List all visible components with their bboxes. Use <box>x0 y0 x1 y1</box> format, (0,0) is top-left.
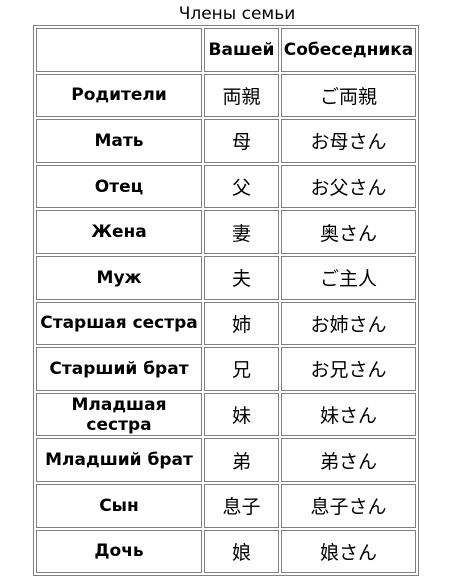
table-row: Дочь 娘 娘さん <box>36 529 416 574</box>
others-term-cell: 奥さん <box>281 210 416 254</box>
own-term-cell: 母 <box>204 119 279 163</box>
table-row: Старшая сестра 姉 お姉さん <box>36 301 416 346</box>
table-row: Старший брат 兄 お兄さん <box>36 347 416 391</box>
own-term-cell: 妹 <box>204 392 279 437</box>
term-cell: Дочь <box>36 529 202 574</box>
header-row: Вашей Собеседника <box>36 28 416 72</box>
term-cell: Родители <box>36 73 202 118</box>
table-row: Младшая сестра 妹 妹さん <box>36 392 416 437</box>
family-members-table: Вашей Собеседника Родители 両親 ご両親 Мать 母… <box>33 25 419 577</box>
table-row: Мать 母 お母さん <box>36 119 416 163</box>
table-row: Сын 息子 息子さん <box>36 483 416 528</box>
term-cell: Отец <box>36 164 202 209</box>
others-term-cell: お母さん <box>281 119 416 163</box>
others-term-cell: ご主人 <box>281 255 416 300</box>
table-row: Родители 両親 ご両親 <box>36 73 416 118</box>
table-row: Отец 父 お父さん <box>36 164 416 209</box>
term-cell: Старшая сестра <box>36 301 202 346</box>
own-term-cell: 兄 <box>204 347 279 391</box>
term-cell: Младшая сестра <box>36 392 202 437</box>
header-own: Вашей <box>204 28 279 72</box>
table-row: Младший брат 弟 弟さん <box>36 438 416 482</box>
others-term-cell: ご両親 <box>281 73 416 118</box>
term-cell: Старший брат <box>36 347 202 391</box>
table-row: Муж 夫 ご主人 <box>36 255 416 300</box>
term-cell: Муж <box>36 255 202 300</box>
others-term-cell: お姉さん <box>281 301 416 346</box>
others-term-cell: お兄さん <box>281 347 416 391</box>
own-term-cell: 父 <box>204 164 279 209</box>
term-cell: Жена <box>36 210 202 254</box>
others-term-cell: 妹さん <box>281 392 416 437</box>
own-term-cell: 娘 <box>204 529 279 574</box>
others-term-cell: 弟さん <box>281 438 416 482</box>
own-term-cell: 夫 <box>204 255 279 300</box>
own-term-cell: 妻 <box>204 210 279 254</box>
header-empty-cell <box>36 28 202 72</box>
own-term-cell: 両親 <box>204 73 279 118</box>
table-caption: Члены семьи <box>178 4 296 24</box>
term-cell: Сын <box>36 483 202 528</box>
term-cell: Младший брат <box>36 438 202 482</box>
others-term-cell: 娘さん <box>281 529 416 574</box>
table-row: Жена 妻 奥さん <box>36 210 416 254</box>
own-term-cell: 息子 <box>204 483 279 528</box>
own-term-cell: 弟 <box>204 438 279 482</box>
header-interlocutor: Собеседника <box>281 28 416 72</box>
others-term-cell: 息子さん <box>281 483 416 528</box>
term-cell: Мать <box>36 119 202 163</box>
own-term-cell: 姉 <box>204 301 279 346</box>
others-term-cell: お父さん <box>281 164 416 209</box>
